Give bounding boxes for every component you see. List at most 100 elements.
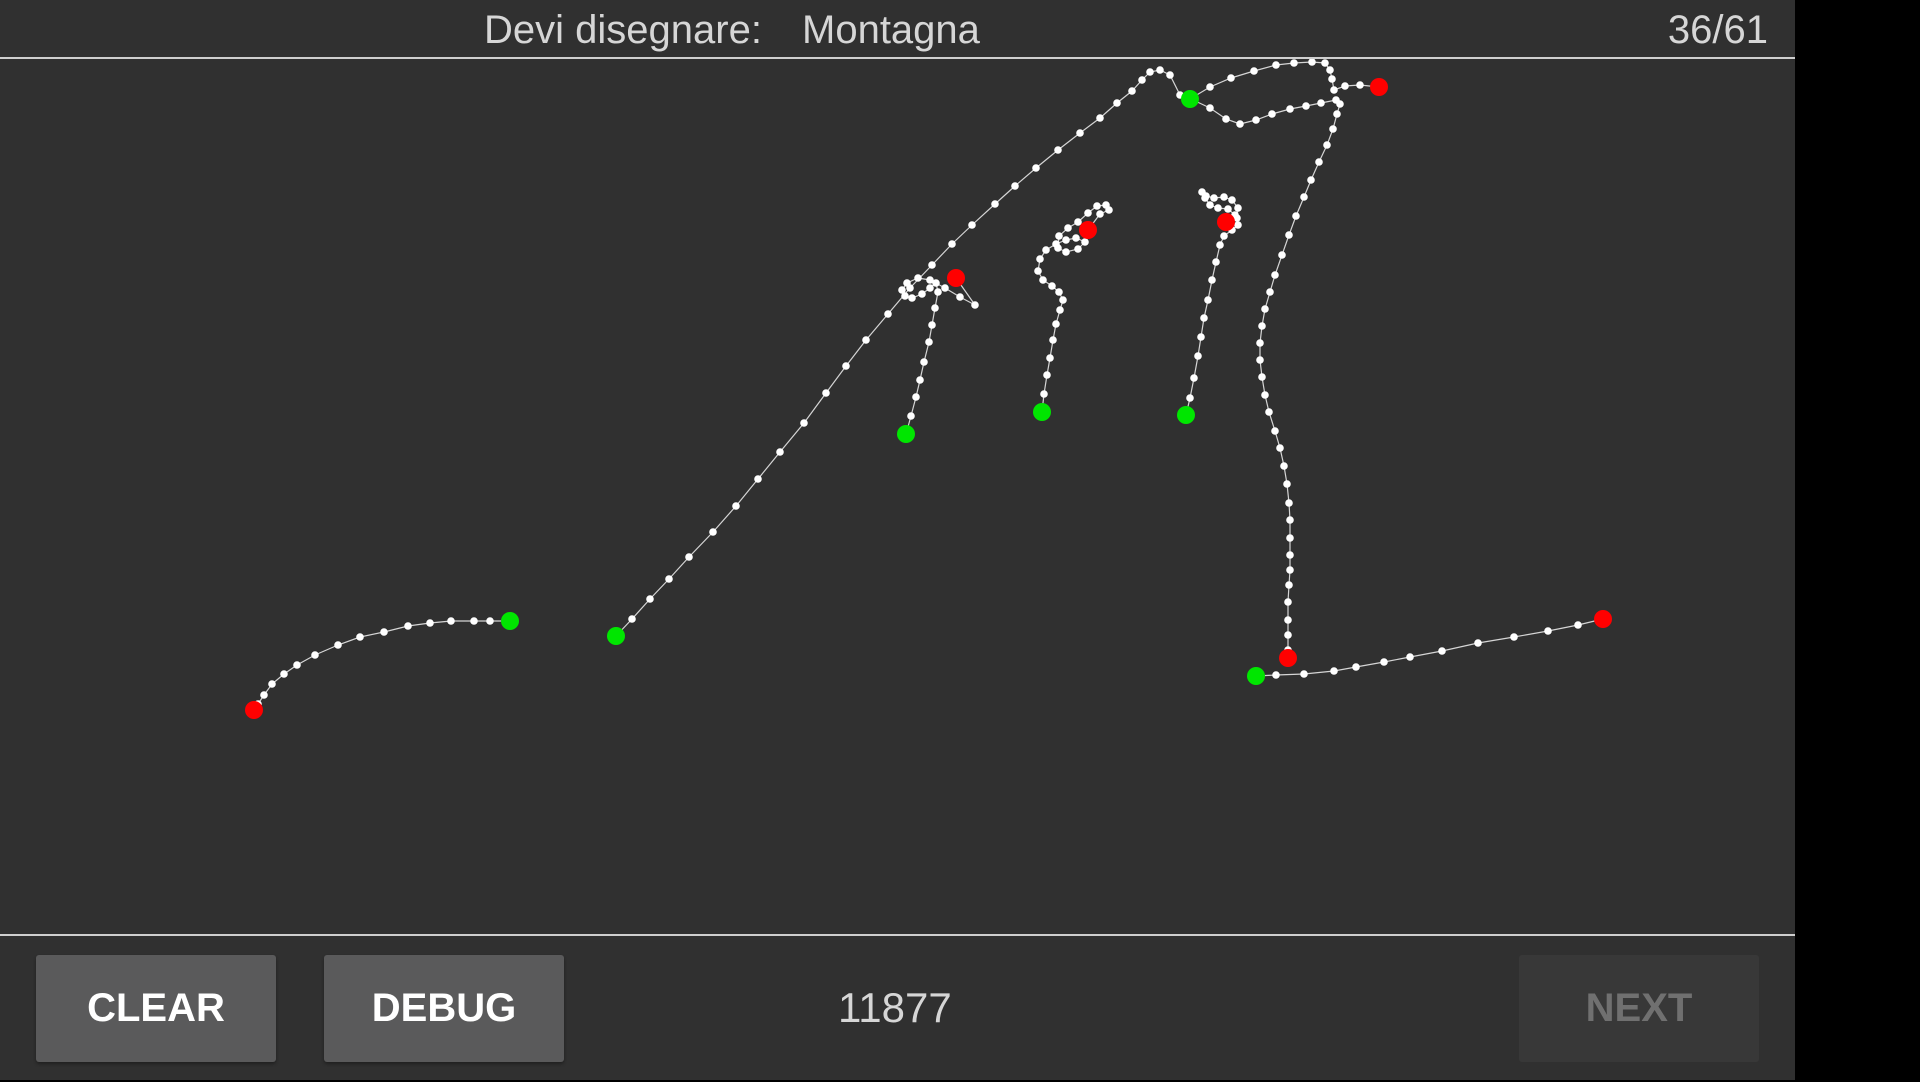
stroke-point (914, 274, 922, 282)
progress-counter: 36/61 (1667, 8, 1768, 52)
score-value: 11877 (838, 984, 952, 1031)
stroke-point (293, 661, 301, 669)
stroke-start-marker (1181, 90, 1199, 108)
stroke-point (925, 338, 933, 346)
stroke-point (1074, 245, 1082, 253)
stroke-point (1234, 221, 1242, 229)
stroke-point (956, 293, 964, 301)
footer-bar: CLEAR DEBUG 11877 NEXT (0, 934, 1795, 1082)
stroke-point (898, 286, 906, 294)
stroke-end-marker (245, 701, 263, 719)
stroke-point (1206, 83, 1214, 91)
stroke-point (1380, 658, 1388, 666)
stroke-point (1096, 210, 1104, 218)
stroke-7 (1247, 610, 1612, 685)
stroke-point (931, 304, 939, 312)
stroke-point (1266, 288, 1274, 296)
stroke-point (1302, 102, 1310, 110)
prompt-word: Montagna (802, 8, 980, 52)
stroke-point (1285, 231, 1293, 239)
stroke-point (470, 617, 478, 625)
stroke-point (928, 321, 936, 329)
stroke-point (1197, 333, 1205, 341)
stroke-point (1252, 116, 1260, 124)
stroke-point (1194, 352, 1202, 360)
stroke-point (1214, 204, 1222, 212)
stroke-point (1206, 104, 1214, 112)
stroke-point (1220, 193, 1228, 201)
stroke-point (1208, 276, 1216, 284)
app-window: Devi disegnare: Montagna 36/61 CLEAR DEB… (0, 0, 1795, 1080)
screen-edge (1795, 0, 1920, 1080)
stroke-point (646, 595, 654, 603)
stroke-point (1286, 105, 1294, 113)
stroke-point (1510, 633, 1518, 641)
stroke-point (1284, 598, 1292, 606)
debug-button[interactable]: DEBUG (324, 955, 564, 1062)
stroke-point (1336, 100, 1344, 108)
stroke-point (1190, 374, 1198, 382)
stroke-1 (245, 612, 519, 719)
stroke-point (884, 310, 892, 318)
stroke-point (1146, 68, 1154, 76)
stroke-point (1156, 66, 1164, 74)
stroke-point (665, 575, 673, 583)
stroke-point (1072, 234, 1080, 242)
stroke-point (1234, 204, 1242, 212)
stroke-point (1040, 390, 1048, 398)
stroke-point (1284, 616, 1292, 624)
stroke-point (1329, 125, 1337, 133)
stroke-point (1202, 192, 1210, 200)
stroke-point (1261, 305, 1269, 313)
stroke-start-marker (607, 627, 625, 645)
stroke-point (971, 301, 979, 309)
stroke-point (1096, 114, 1104, 122)
stroke-point (1261, 391, 1269, 399)
stroke-point (1285, 581, 1293, 589)
stroke-point (948, 240, 956, 248)
stroke-point (1166, 71, 1174, 79)
stroke-point (918, 290, 926, 298)
stroke-point (1186, 394, 1194, 402)
stroke-point (1321, 59, 1329, 67)
stroke-point (1323, 141, 1331, 149)
stroke-point (941, 284, 949, 292)
stroke-point (1285, 499, 1293, 507)
drawing-canvas[interactable] (0, 59, 1795, 934)
stroke-point (1544, 627, 1552, 635)
stroke-point (1474, 639, 1482, 647)
stroke-point (926, 276, 934, 284)
stroke-point (1258, 373, 1266, 381)
stroke-point (1265, 408, 1273, 416)
stroke-point (1062, 236, 1070, 244)
stroke-point (1093, 202, 1101, 210)
stroke-point (1326, 66, 1334, 74)
stroke-point (1049, 336, 1057, 344)
stroke-end-marker (1217, 213, 1235, 231)
sketch-svg (245, 59, 1612, 719)
stroke-point (920, 358, 928, 366)
stroke-point (1055, 288, 1063, 296)
stroke-point (1138, 76, 1146, 84)
clear-button[interactable]: CLEAR (36, 955, 276, 1062)
stroke-point (1064, 224, 1072, 232)
stroke-point (260, 691, 268, 699)
stroke-point (404, 622, 412, 630)
stroke-point (1333, 110, 1341, 118)
stroke-6 (1177, 188, 1242, 424)
stroke-end-marker (1279, 649, 1297, 667)
stroke-point (926, 284, 934, 292)
stroke-point (1271, 271, 1279, 279)
stroke-point (1284, 631, 1292, 639)
stroke-point (1438, 647, 1446, 655)
stroke-point (1039, 276, 1047, 284)
stroke-point (916, 376, 924, 384)
stroke-point (311, 651, 319, 659)
stroke-point (1574, 621, 1582, 629)
stroke-point (380, 628, 388, 636)
stroke-point (1228, 196, 1236, 204)
stroke-point (1048, 282, 1056, 290)
next-button[interactable]: NEXT (1519, 955, 1759, 1062)
stroke-point (1224, 205, 1232, 213)
stroke-point (1276, 444, 1284, 452)
